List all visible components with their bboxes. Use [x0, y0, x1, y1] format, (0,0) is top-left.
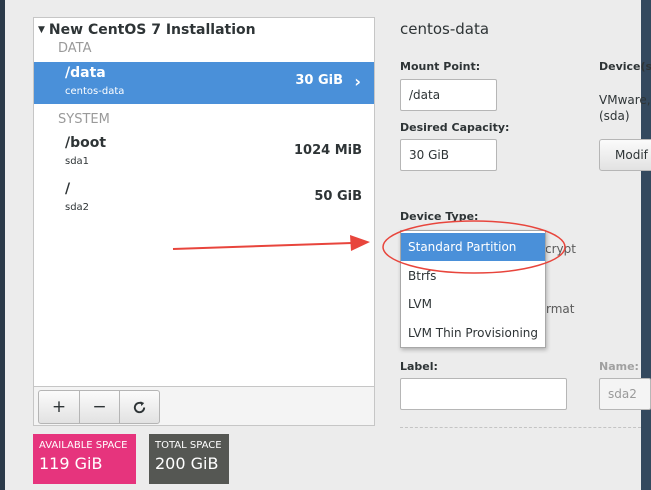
annotation-arrow-head [350, 235, 370, 251]
annotation-ellipse [382, 220, 566, 274]
installer-window: ▼ New CentOS 7 Installation DATA /data ce… [0, 0, 651, 490]
annotation-overlay [172, 220, 566, 274]
annotation-arrow-line [172, 242, 353, 250]
